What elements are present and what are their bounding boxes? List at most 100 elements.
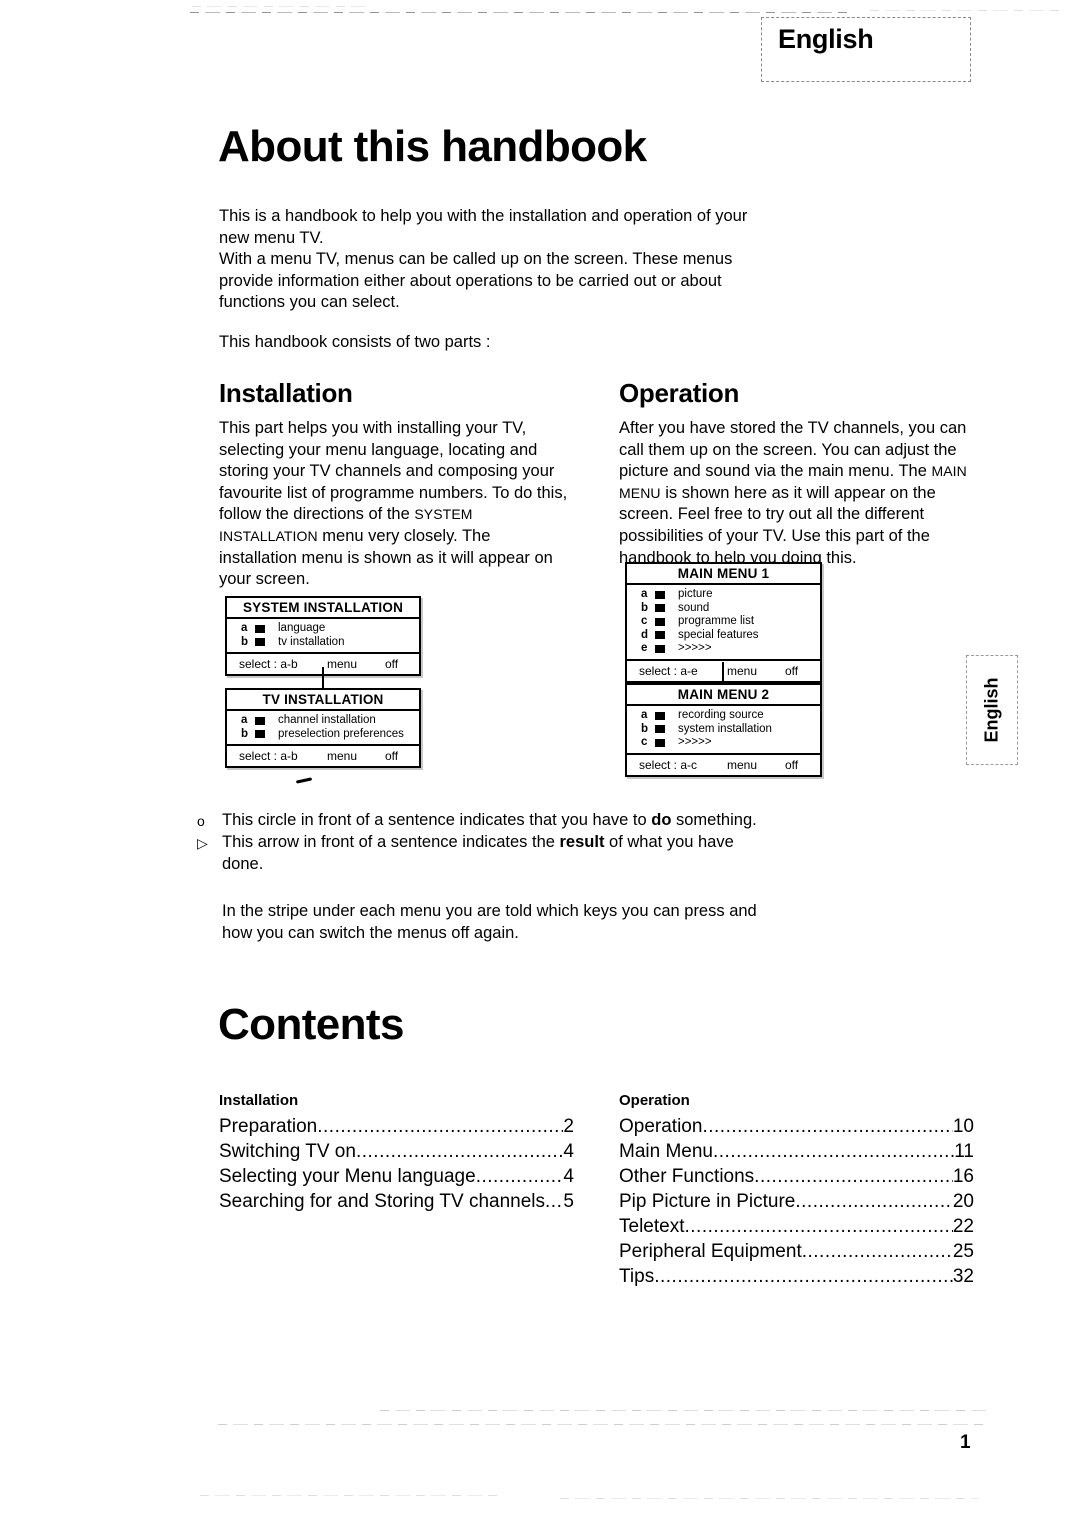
scan-artifact-line <box>560 1498 980 1499</box>
toc-leader-dots: ........................................… <box>545 1191 563 1212</box>
toc-entry-page: 16 <box>952 1166 974 1187</box>
toc-leader-dots: ........................................… <box>702 1116 952 1137</box>
intro-section: This is a handbook to help you with the … <box>219 206 764 353</box>
contents-title: Contents <box>218 1000 404 1049</box>
toc-installation-heading: Installation <box>219 1092 299 1109</box>
toc-entry-page: 20 <box>952 1191 974 1212</box>
menu-footer-menu: menu <box>327 657 358 671</box>
menu-box-tv-installation: TV INSTALLATION a channel installation b… <box>225 688 421 768</box>
menu-row-key: b <box>241 635 249 648</box>
menu-title: TV INSTALLATION <box>227 690 419 711</box>
document-page: English English About this handbook This… <box>0 0 1080 1516</box>
toc-entry[interactable]: Teletext ...............................… <box>619 1214 974 1239</box>
installation-heading: Installation <box>219 378 353 408</box>
menu-title: MAIN MENU 2 <box>627 685 820 706</box>
toc-entry[interactable]: Switching TV on ........................… <box>219 1139 574 1164</box>
toc-entry-page: 22 <box>952 1216 974 1237</box>
menu-row-key: a <box>241 714 248 726</box>
menu-footer-off: off <box>785 757 799 772</box>
toc-leader-dots: ........................................… <box>475 1166 564 1187</box>
language-side-tab: English <box>966 655 1018 765</box>
menu-box-system-installation: SYSTEM INSTALLATION a language b tv inst… <box>225 596 421 676</box>
menu-footer-select: select : a-e <box>639 663 698 678</box>
menu-row-label: programme list <box>678 615 755 627</box>
language-tab-header: English <box>761 17 971 82</box>
menu-footer-select: select : a-b <box>239 749 298 763</box>
toc-leader-dots: ........................................… <box>795 1191 953 1212</box>
menu-footer-menu: menu <box>327 749 358 763</box>
legend-circle-text-after: something. <box>671 811 757 829</box>
menu-row-label: language <box>278 622 326 634</box>
menu-row-key: a <box>241 622 248 634</box>
installation-column: Installation This part helps you with in… <box>219 378 569 591</box>
toc-entry-page: 11 <box>954 1141 974 1162</box>
menu-row: a language <box>227 622 419 636</box>
menu-rows: a channel installation b preselection pr… <box>227 711 419 746</box>
menu-footer-select: select : a-b <box>239 657 298 671</box>
legend-circle-text: This circle in front of a sentence indic… <box>222 810 777 832</box>
menu-row: b preselection preferences <box>227 728 419 742</box>
menu-footer-off: off <box>385 657 399 671</box>
menu-footer: select : a-c menu off <box>627 755 820 775</box>
legend-note: In the stripe under each menu you are to… <box>222 902 757 942</box>
menu-title: MAIN MENU 1 <box>627 564 820 585</box>
menu-footer-menu: menu <box>727 757 758 772</box>
menu-footer: select : a-b menu off <box>227 746 419 766</box>
toc-entry[interactable]: Tips ...................................… <box>619 1264 974 1289</box>
arrow-marker-icon: ▷ <box>197 835 208 851</box>
legend-item-arrow: ▷ This arrow in front of a sentence indi… <box>197 832 777 875</box>
menu-bullet-square-icon <box>255 624 265 633</box>
scan-artifact-line <box>190 12 850 13</box>
menu-row: b system installation <box>627 723 820 737</box>
scan-tick-mark <box>295 777 313 784</box>
menu-bullet-square-icon <box>655 590 665 599</box>
menu-bullet-square-icon <box>655 725 665 734</box>
legend-section: o This circle in front of a sentence ind… <box>197 810 777 944</box>
operation-heading: Operation <box>619 378 740 408</box>
menu-row-label: picture <box>678 588 713 600</box>
circle-marker-icon: o <box>197 813 205 829</box>
menu-row-label: channel installation <box>278 714 376 726</box>
intro-paragraph-1: This is a handbook to help you with the … <box>219 207 748 311</box>
operation-body: After you have stored the TV channels, y… <box>619 418 974 569</box>
menu-row-key: a <box>641 709 648 721</box>
menu-row: b sound <box>627 602 820 616</box>
toc-entry[interactable]: Preparation ............................… <box>219 1114 574 1139</box>
toc-entry[interactable]: Selecting your Menu language ...........… <box>219 1164 574 1189</box>
intro-paragraph-2: This handbook consists of two parts : <box>219 332 491 351</box>
menu-bullet-square-icon <box>255 716 265 725</box>
toc-entry[interactable]: Operation ..............................… <box>619 1114 974 1139</box>
menu-title: SYSTEM INSTALLATION <box>227 598 419 619</box>
menu-row-label: >>>>> <box>678 736 712 748</box>
menu-bullet-square-icon <box>655 738 665 747</box>
toc-entry[interactable]: Other Functions ........................… <box>619 1164 974 1189</box>
menu-row-label: preselection preferences <box>278 727 404 740</box>
toc-entry[interactable]: Main Menu ..............................… <box>619 1139 974 1164</box>
toc-entry[interactable]: Searching for and Storing TV channels ..… <box>219 1189 574 1214</box>
toc-entry[interactable]: Peripheral Equipment ...................… <box>619 1239 974 1264</box>
menu-bullet-square-icon <box>655 604 665 613</box>
operation-body-part2: is shown here as it will appear on the s… <box>619 483 936 567</box>
toc-entry-label: Other Functions <box>619 1166 755 1187</box>
scan-artifact-line <box>192 6 372 7</box>
page-title: About this handbook <box>218 122 647 171</box>
menu-row-label: system installation <box>678 722 772 735</box>
toc-leader-dots: ........................................… <box>754 1166 953 1187</box>
menu-row-key: b <box>641 601 649 614</box>
toc-entry-page: 2 <box>563 1116 574 1137</box>
legend-circle-text-before: This circle in front of a sentence indic… <box>222 811 652 829</box>
menu-rows: a recording source b system installation… <box>627 706 820 755</box>
menu-row-key: e <box>641 642 648 654</box>
menu-row-label: >>>>> <box>678 642 712 654</box>
menu-rows: a language b tv installation <box>227 619 419 654</box>
toc-entry-page: 5 <box>563 1191 574 1212</box>
menu-row-key: b <box>241 727 249 740</box>
legend-circle-text-bold: do <box>651 811 672 829</box>
scan-artifact-line <box>870 10 1060 11</box>
toc-entry[interactable]: Pip Picture in Picture .................… <box>619 1189 974 1214</box>
installation-body: This part helps you with installing your… <box>219 418 569 591</box>
menu-row-key: a <box>641 588 648 600</box>
menu-row: b tv installation <box>227 636 419 650</box>
toc-entry-label: Main Menu <box>619 1141 713 1162</box>
menu-row: c >>>>> <box>627 736 820 750</box>
